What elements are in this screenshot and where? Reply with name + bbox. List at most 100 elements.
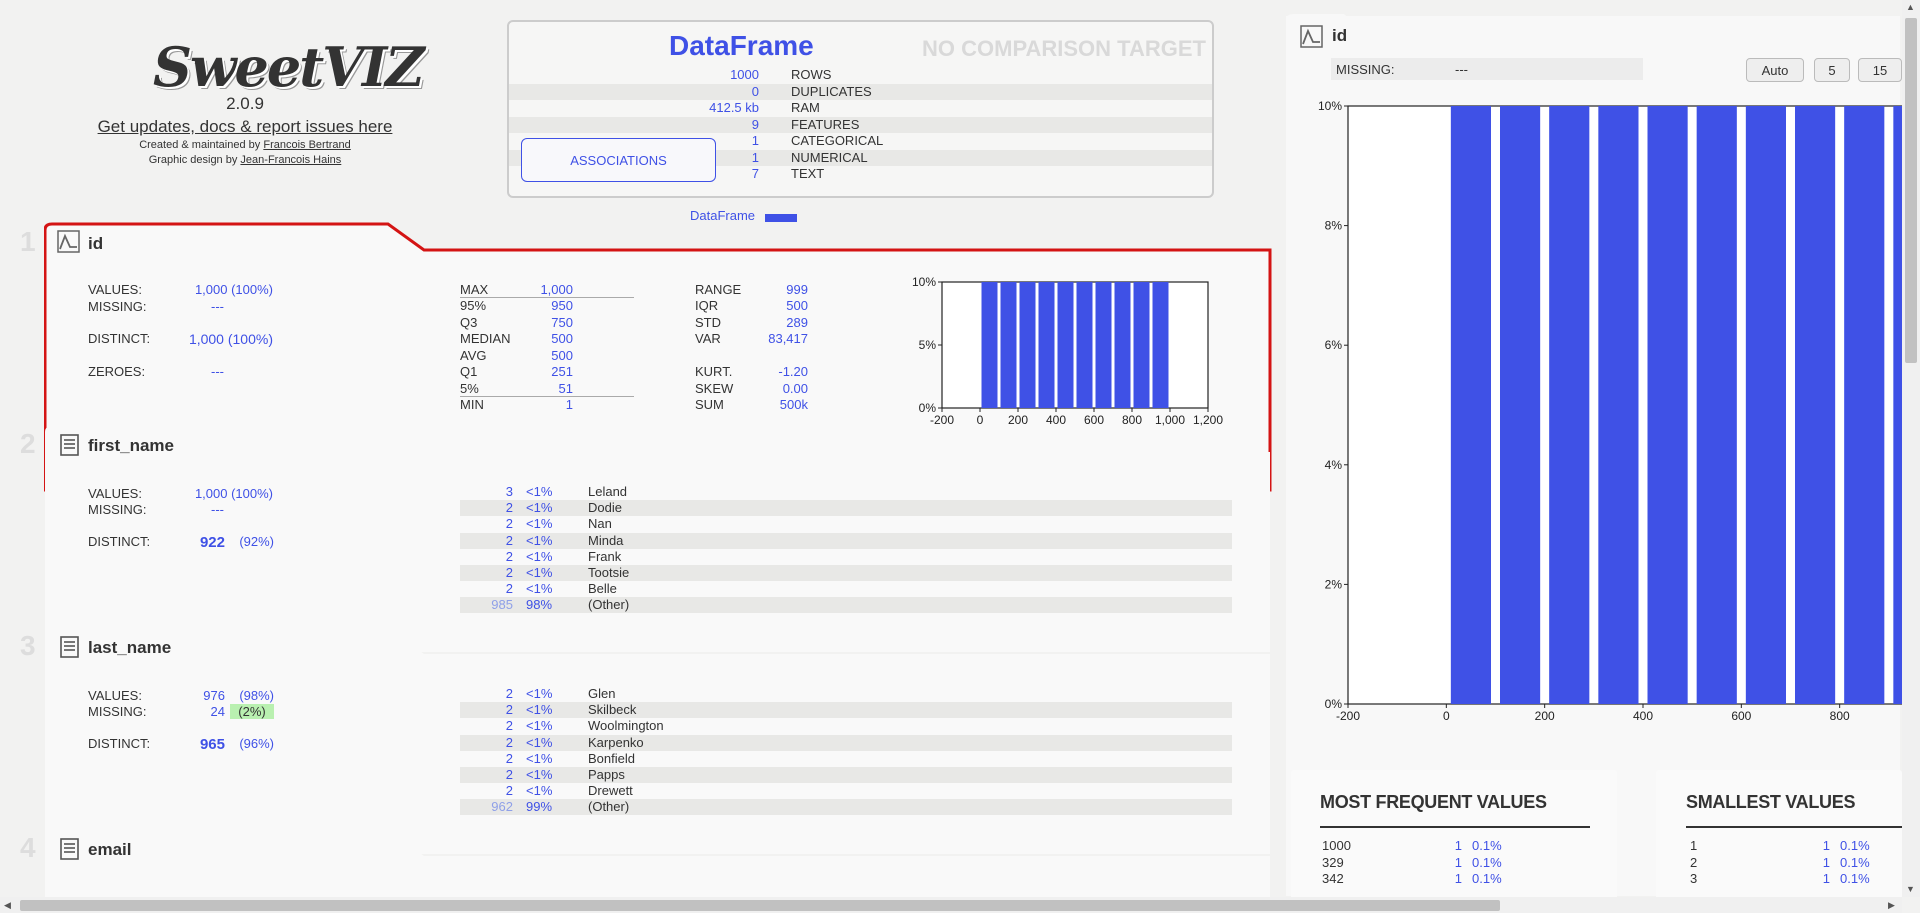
scroll-down-arrow-icon[interactable]: ▼ <box>1906 884 1915 894</box>
frequency-pct: 0.1% <box>1472 838 1502 853</box>
feature-title[interactable]: id <box>88 234 103 254</box>
top-value-pct: <1% <box>526 548 553 564</box>
stat-label: KURT. <box>695 364 733 379</box>
top-value-name: Belle <box>588 581 617 597</box>
quantile-value: 500 <box>551 331 573 346</box>
feature-title[interactable]: last_name <box>88 638 171 658</box>
values-count: 976 <box>203 688 225 703</box>
top-value-name: Tootsie <box>588 565 630 580</box>
summary-row-label: NUMERICAL <box>791 149 868 165</box>
top-value-pct: <1% <box>526 484 553 499</box>
quantile-divider <box>460 396 634 397</box>
feature-index: 2 <box>20 428 36 459</box>
top-value-count: 2 <box>505 686 513 701</box>
frequency-pct: 0.1% <box>1840 871 1870 886</box>
credits-design: Graphic design by Jean-Francois Hains <box>148 154 342 166</box>
top-value-name: Bonfield <box>588 750 635 766</box>
mini-histogram: 0%5%10%-200 0 200 400 600 800 1,000 1,200 <box>912 276 1223 426</box>
scroll-up-arrow-icon[interactable]: ▲ <box>1906 2 1915 12</box>
y-tick-label: 10% <box>1318 100 1342 113</box>
histogram-bar <box>1745 106 1786 704</box>
quantile-label: 95% <box>460 298 487 313</box>
top-value-count: 962 <box>491 799 513 815</box>
frequency-value: 342 <box>1322 871 1344 886</box>
quantile-value: 950 <box>551 298 573 313</box>
top-value-count: 2 <box>505 734 513 750</box>
frequency-value: 2 <box>1690 854 1698 870</box>
top-value-name: Leland <box>588 484 628 499</box>
top-value-row: 985 98% (Other) <box>460 597 1232 614</box>
feature-title[interactable]: first_name <box>88 436 174 456</box>
top-value-pct: <1% <box>526 767 553 782</box>
text-document-icon <box>60 636 79 658</box>
quantile-value: 500 <box>551 348 573 363</box>
top-value-row: 2 <1% Dodie <box>460 500 1232 517</box>
quantile-label: MAX <box>460 282 489 297</box>
feature-title[interactable]: email <box>88 840 131 860</box>
quantile-label: 5% <box>460 381 479 396</box>
top-value-row: 2 <1% Belle <box>460 581 1232 597</box>
version-label: 2.0.9 <box>226 94 264 113</box>
top-value-name: Skilbeck <box>588 702 637 718</box>
smallest-values-title: SMALLEST VALUES <box>1686 792 1856 812</box>
top-value-pct: <1% <box>526 783 553 799</box>
bins-15-button[interactable]: 15 <box>1858 58 1902 82</box>
quantile-value: 1 <box>565 397 573 412</box>
top-value-row: 2 <1% Glen <box>460 686 1232 702</box>
text-document-icon <box>60 434 79 456</box>
updates-link[interactable]: Get updates, docs & report issues here <box>90 117 400 137</box>
histogram-bar <box>1000 282 1017 408</box>
frequency-row: 342 1 0.1% <box>1322 871 1592 887</box>
top-value-count: 2 <box>505 783 513 799</box>
quantile-label: Q3 <box>460 315 478 330</box>
scroll-left-arrow-icon[interactable]: ◀ <box>4 900 11 911</box>
quantile-value: 51 <box>558 381 573 396</box>
horizontal-scroll-thumb[interactable] <box>20 900 1500 911</box>
x-tick-label: 800 <box>1830 709 1850 723</box>
histogram-bar <box>1549 106 1590 704</box>
histogram-bar <box>1696 106 1737 704</box>
x-tick-label: 0 <box>977 413 984 426</box>
dataframe-title: DataFrame <box>669 30 814 61</box>
histogram-bar <box>1844 106 1885 704</box>
x-tick-label: 600 <box>1084 413 1104 426</box>
x-tick-label: 400 <box>1046 413 1066 426</box>
detail-tab-shape <box>1286 14 1366 34</box>
top-value-count: 985 <box>491 597 513 613</box>
summary-row-value: 9 <box>751 116 759 132</box>
frequency-count: 1 <box>1454 838 1462 853</box>
top-value-count: 2 <box>505 581 513 597</box>
summary-row-value: 1000 <box>730 67 759 82</box>
values-value: 1,000 (100%) <box>194 282 273 297</box>
stat-value: 83,417 <box>768 331 808 346</box>
bins-5-button[interactable]: 5 <box>1814 58 1850 82</box>
top-value-pct: <1% <box>526 750 553 766</box>
top-value-row: 2 <1% Bonfield <box>460 751 1232 767</box>
bins-auto-button[interactable]: Auto <box>1746 58 1804 82</box>
summary-row-label: TEXT <box>791 166 825 181</box>
vertical-scroll-thumb[interactable] <box>1905 18 1917 363</box>
stat-value: 289 <box>786 315 808 330</box>
histogram-bar <box>1076 282 1093 408</box>
top-value-name: Dodie <box>588 500 622 516</box>
associations-button[interactable]: ASSOCIATIONS <box>521 138 716 182</box>
most-frequent-title: MOST FREQUENT VALUES <box>1320 792 1547 812</box>
numeric-chart-icon <box>57 230 80 253</box>
missing-label: MISSING: <box>88 704 147 719</box>
frequency-value: 3 <box>1690 871 1698 886</box>
histogram-bar <box>1152 282 1169 408</box>
designer-link[interactable]: Jean-Francois Hains <box>240 154 341 166</box>
top-value-row: 2 <1% Papps <box>460 767 1232 783</box>
summary-row-label: DUPLICATES <box>791 83 872 99</box>
frequency-pct: 0.1% <box>1840 854 1870 870</box>
author-link[interactable]: Francois Bertrand <box>263 139 350 151</box>
distinct-pct: (96%) <box>239 736 274 751</box>
stat-label: STD <box>695 315 721 330</box>
scroll-right-arrow-icon[interactable]: ▶ <box>1888 900 1895 911</box>
top-value-count: 2 <box>505 767 513 782</box>
frequency-pct: 0.1% <box>1472 854 1502 870</box>
top-value-name: Papps <box>588 767 625 782</box>
top-value-row: 2 <1% Skilbeck <box>460 702 1232 719</box>
quantile-label: MEDIAN <box>460 331 511 346</box>
detail-missing-value: --- <box>1455 62 1468 77</box>
